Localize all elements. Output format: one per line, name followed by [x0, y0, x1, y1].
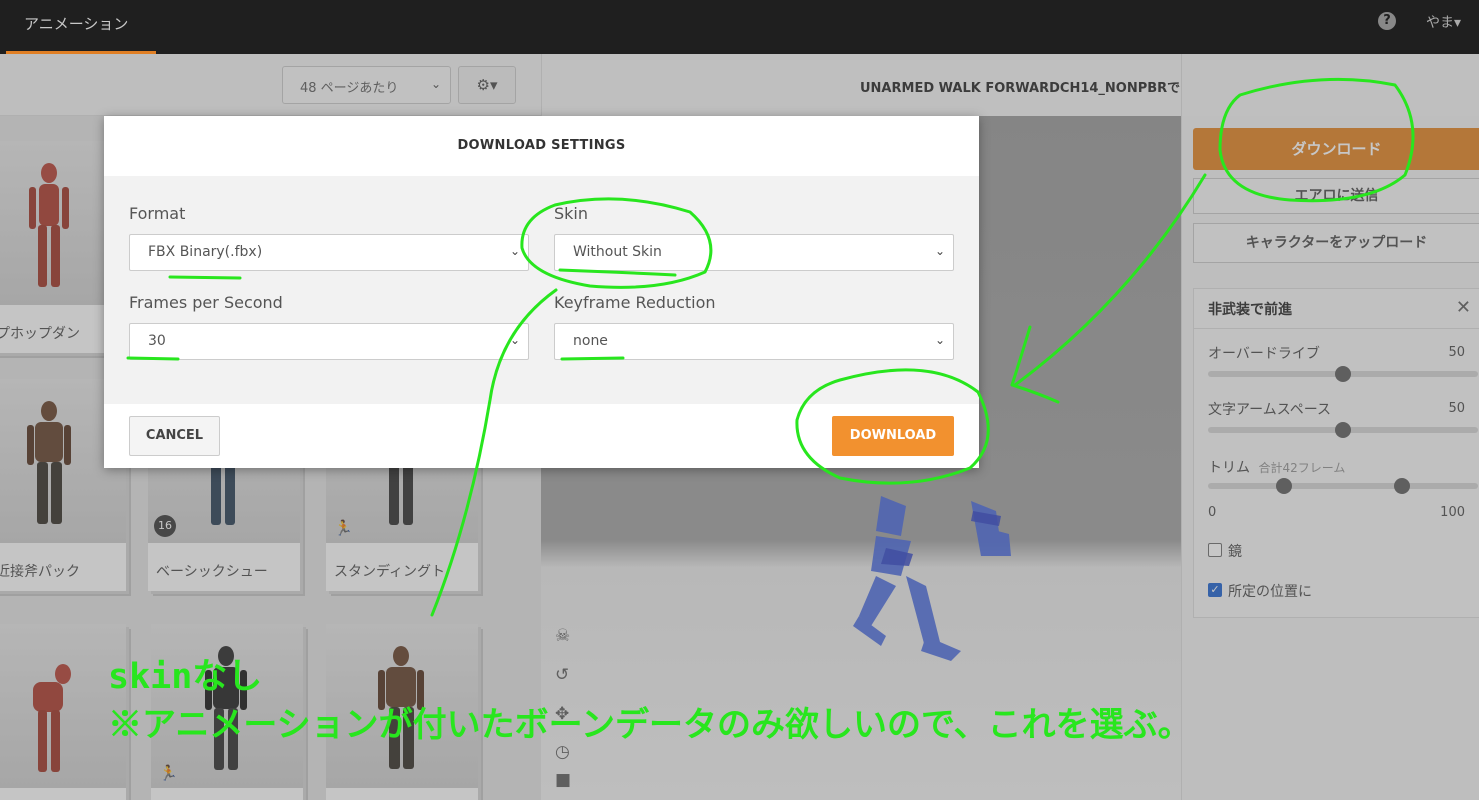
format-label: Format [129, 204, 186, 223]
keyframe-reduction-label: Keyframe Reduction [554, 293, 716, 312]
chevron-down-icon: ⌄ [934, 333, 945, 347]
chevron-down-icon: ⌄ [934, 244, 945, 258]
user-menu[interactable]: やま▾ [1426, 12, 1461, 32]
download-settings-dialog: DOWNLOAD SETTINGS Format FBX Binary(.fbx… [104, 116, 979, 468]
format-value: FBX Binary(.fbx) [148, 244, 263, 260]
fps-select[interactable]: 30 ⌄ [129, 323, 529, 360]
dialog-download-button[interactable]: DOWNLOAD [832, 416, 954, 456]
chevron-down-icon: ⌄ [509, 244, 520, 258]
skin-select[interactable]: Without Skin ⌄ [554, 234, 954, 271]
top-bar: アニメーション ? やま▾ [0, 0, 1479, 54]
annotation-note-body: ※アニメーションが付いたボーンデータのみ欲しいので、これを選ぶ。 [108, 705, 1192, 745]
nav-animations-tab[interactable]: アニメーション [6, 0, 156, 54]
annotation-note-title: skinなし [108, 657, 263, 697]
dialog-header: DOWNLOAD SETTINGS [104, 116, 979, 176]
keyframe-reduction-select[interactable]: none ⌄ [554, 323, 954, 360]
fps-value: 30 [148, 333, 166, 349]
fps-label: Frames per Second [129, 293, 283, 312]
cancel-button[interactable]: CANCEL [129, 416, 220, 456]
skin-label: Skin [554, 204, 589, 223]
dialog-footer: CANCEL DOWNLOAD [104, 404, 979, 468]
dialog-title: DOWNLOAD SETTINGS [457, 138, 626, 153]
chevron-down-icon: ⌄ [509, 333, 520, 347]
skin-value: Without Skin [573, 244, 662, 260]
keyframe-reduction-value: none [573, 333, 608, 349]
help-icon[interactable]: ? [1378, 12, 1396, 30]
format-select[interactable]: FBX Binary(.fbx) ⌄ [129, 234, 529, 271]
